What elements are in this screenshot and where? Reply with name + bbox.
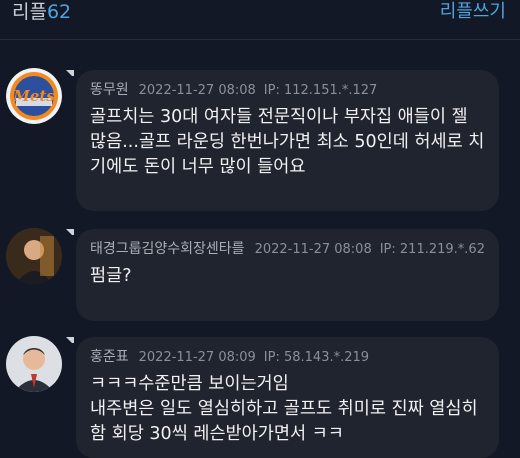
- comment-ip: IP: 211.219.*.62: [379, 242, 485, 257]
- reply-title: 리플62: [12, 0, 71, 24]
- comment-date: 2022-11-27 08:08: [254, 242, 372, 257]
- comment-body: 펌글?: [90, 266, 132, 286]
- comment-author[interactable]: 홍준표: [90, 349, 129, 365]
- comment-body: ㅋㅋㅋ수준만큼 보이는거임 내주변은 일도 열심히하고 골프도 취미로 진짜 열…: [90, 374, 478, 444]
- mets-logo-avatar[interactable]: Mets: [6, 68, 62, 124]
- comment-meta: 똥무원 2022-11-27 08:08 IP: 112.151.*.127: [90, 80, 487, 101]
- comment-meta: 홍준표 2022-11-27 08:09 IP: 58.143.*.219: [90, 347, 487, 368]
- person-photo-avatar[interactable]: [6, 336, 62, 392]
- comment-date: 2022-11-27 08:09: [138, 350, 256, 365]
- comment-body: 골프치는 30대 여자들 전문직이나 부자집 애들이 젤 많음...골프 라운딩…: [90, 107, 485, 177]
- write-reply-button[interactable]: 리플쓰기: [440, 0, 506, 24]
- bubble-corner: [66, 337, 74, 345]
- comment-ip: IP: 58.143.*.219: [263, 350, 370, 365]
- comment-ip: IP: 112.151.*.127: [263, 83, 378, 98]
- person-photo-avatar[interactable]: [6, 228, 62, 284]
- bubble-corner: [66, 229, 74, 237]
- comment-bubble: 홍준표 2022-11-27 08:09 IP: 58.143.*.219 ㅋㅋㅋ수…: [76, 337, 499, 458]
- comment-date: 2022-11-27 08:08: [138, 83, 256, 98]
- bubble-corner: [66, 70, 74, 78]
- comment-bubble: 태경그룹김양수회장센타를 2022-11-27 08:08 IP: 211.219.…: [76, 229, 499, 321]
- reply-header: 리플62 리플쓰기: [0, 0, 520, 40]
- comment-bubble: 똥무원 2022-11-27 08:08 IP: 112.151.*.127 골프치…: [76, 70, 499, 211]
- reply-title-label: 리플: [12, 1, 47, 23]
- svg-text:Mets: Mets: [12, 87, 55, 105]
- comment-author[interactable]: 태경그룹김양수회장센타를: [90, 241, 245, 257]
- reply-count: 62: [46, 1, 72, 23]
- comment-meta: 태경그룹김양수회장센타를 2022-11-27 08:08 IP: 211.219.…: [90, 239, 487, 260]
- comment-author[interactable]: 똥무원: [90, 82, 129, 98]
